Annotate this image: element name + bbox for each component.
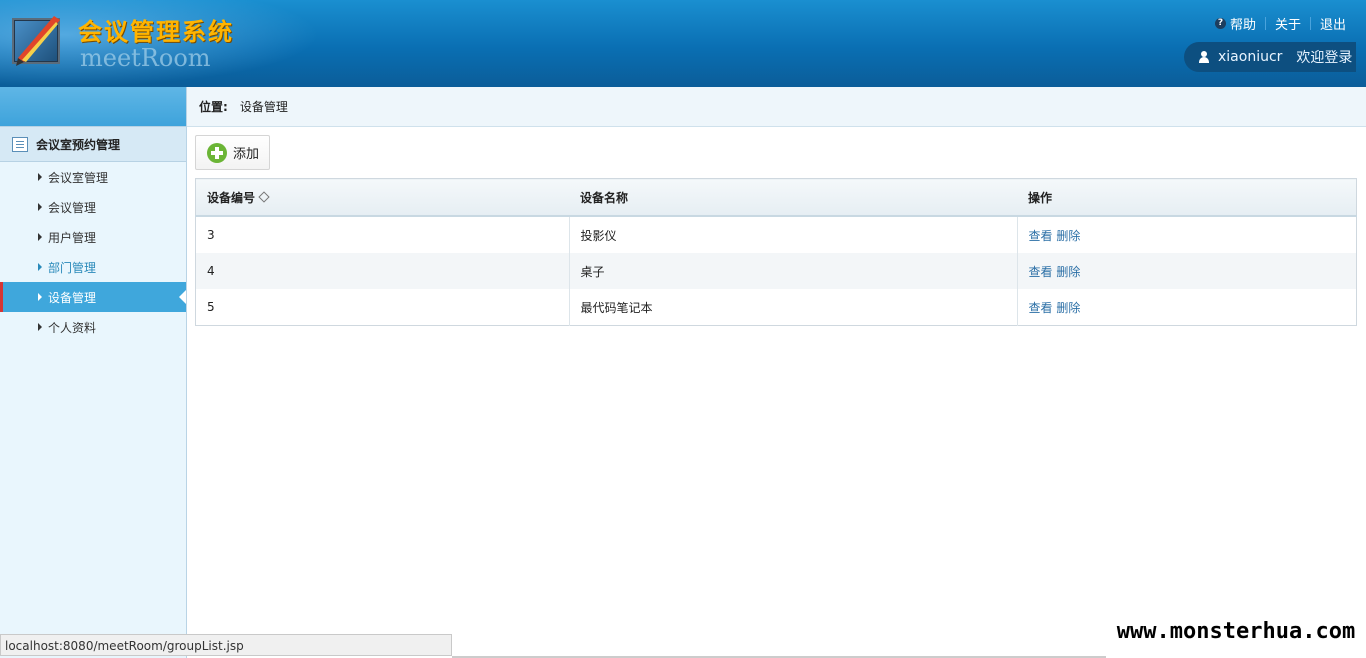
add-button-label: 添加 [233, 147, 260, 162]
logout-link[interactable]: 退出 [1320, 14, 1346, 33]
table-row: 4 桌子 查看 删除 [195, 253, 1357, 289]
actions-cell: 查看 删除 [1017, 289, 1357, 326]
table-row: 5 最代码笔记本 查看 删除 [195, 289, 1357, 326]
column-header-label: 设备编号 [207, 190, 256, 205]
device-name-cell: 投影仪 [569, 216, 1018, 253]
list-icon [12, 136, 28, 152]
caret-right-icon [38, 173, 42, 181]
caret-right-icon [38, 203, 42, 211]
table-header-row: 设备编号 设备名称 操作 [195, 178, 1357, 217]
device-id-cell: 4 [195, 253, 570, 289]
breadcrumb: 位置: 设备管理 [187, 87, 1366, 127]
sidebar-item-meetings[interactable]: 会议管理 [0, 192, 186, 222]
username: xiaoniucr [1218, 49, 1283, 65]
top-links: ? 帮助 关于 退出 [1214, 14, 1346, 33]
browser-status-bar: localhost:8080/meetRoom/groupList.jsp [0, 634, 452, 656]
user-info: xiaoniucr 欢迎登录 [1184, 42, 1356, 72]
caret-right-icon [38, 233, 42, 241]
sidebar-item-devices[interactable]: 设备管理 [0, 282, 186, 312]
column-header-device-id[interactable]: 设备编号 [195, 178, 569, 217]
about-link[interactable]: 关于 [1275, 14, 1301, 33]
view-link[interactable]: 查看 [1029, 301, 1053, 315]
device-name-cell: 桌子 [569, 253, 1018, 289]
help-link[interactable]: 帮助 [1230, 14, 1256, 33]
app-subtitle: meetRoom [80, 44, 211, 72]
breadcrumb-current: 设备管理 [239, 100, 288, 114]
sidebar-item-label: 个人资料 [48, 320, 97, 335]
divider [1309, 17, 1311, 30]
caret-right-icon [38, 263, 42, 271]
help-icon: ? [1214, 18, 1226, 29]
divider [1264, 17, 1266, 30]
sidebar-top-bar [0, 87, 186, 126]
plus-icon [207, 142, 227, 163]
delete-link[interactable]: 删除 [1056, 229, 1080, 243]
device-id-cell: 3 [195, 216, 570, 253]
device-name-cell: 最代码笔记本 [569, 289, 1018, 326]
breadcrumb-label: 位置: [199, 100, 228, 114]
column-header-device-name: 设备名称 [569, 178, 1017, 217]
view-link[interactable]: 查看 [1029, 229, 1053, 243]
caret-right-icon [38, 293, 42, 301]
device-table: 设备编号 设备名称 操作 3 投影仪 查看 删除 4 桌子 查看 删除 5 最代… [195, 178, 1357, 326]
delete-link[interactable]: 删除 [1056, 301, 1080, 315]
column-header-actions: 操作 [1017, 178, 1357, 217]
sidebar-item-label: 部门管理 [48, 260, 97, 275]
app-header: 会议管理系统 meetRoom ? 帮助 关于 退出 xiaoniucr 欢迎登… [0, 0, 1366, 87]
view-link[interactable]: 查看 [1029, 265, 1053, 279]
app-title: 会议管理系统 [78, 18, 234, 46]
sidebar-item-label: 会议管理 [48, 200, 97, 215]
actions-cell: 查看 删除 [1017, 253, 1357, 289]
delete-link[interactable]: 删除 [1056, 265, 1080, 279]
sidebar-section-title: 会议室预约管理 [36, 137, 121, 152]
sort-icon[interactable] [258, 190, 270, 203]
sidebar-section-header[interactable]: 会议室预约管理 [0, 126, 186, 162]
sidebar-item-label: 设备管理 [48, 290, 97, 305]
welcome-text: 欢迎登录 [1296, 50, 1353, 66]
add-button[interactable]: 添加 [195, 135, 270, 170]
sidebar-item-meeting-rooms[interactable]: 会议室管理 [0, 162, 186, 192]
watermark-text: www.monsterhua.com [1106, 604, 1366, 658]
app-logo [12, 16, 60, 66]
sidebar-item-label: 会议室管理 [48, 170, 109, 185]
sidebar: 会议室预约管理 会议室管理 会议管理 用户管理 部门管理 设备管理 个人资料 [0, 87, 187, 658]
sidebar-item-profile[interactable]: 个人资料 [0, 312, 186, 342]
device-id-cell: 5 [195, 289, 570, 326]
user-icon [1198, 51, 1210, 63]
sidebar-item-departments[interactable]: 部门管理 [0, 252, 186, 282]
sidebar-item-label: 用户管理 [48, 230, 97, 245]
sidebar-item-users[interactable]: 用户管理 [0, 222, 186, 252]
actions-cell: 查看 删除 [1017, 216, 1357, 253]
table-row: 3 投影仪 查看 删除 [195, 216, 1357, 253]
caret-right-icon [38, 323, 42, 331]
